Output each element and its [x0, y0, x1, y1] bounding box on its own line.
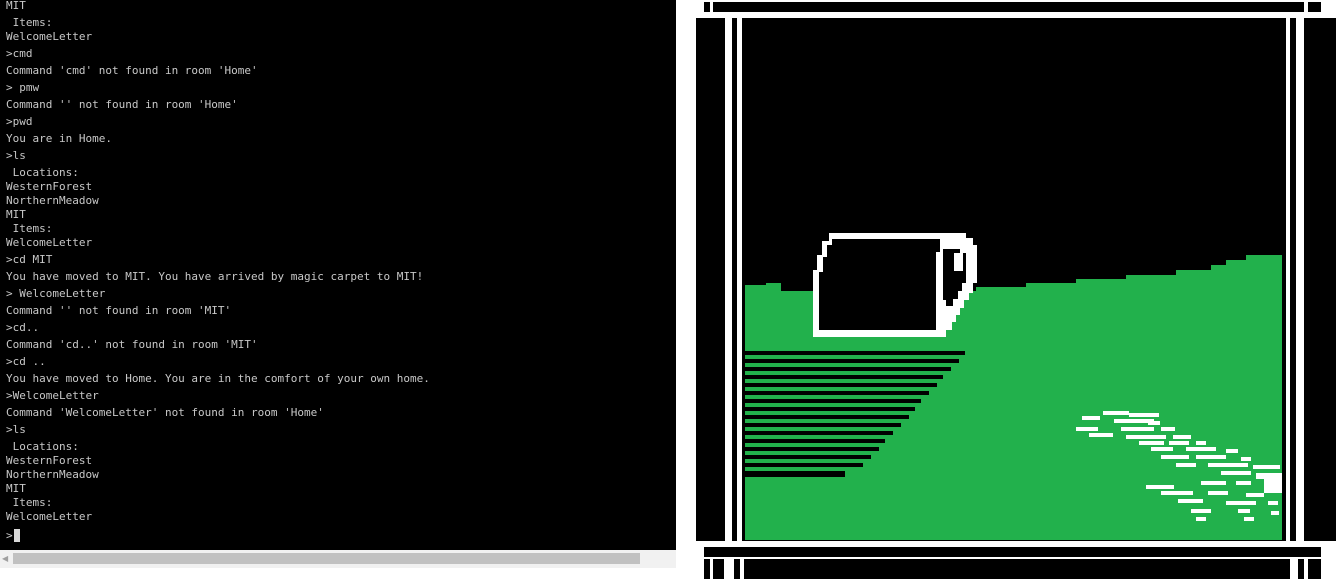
- horizontal-scrollbar[interactable]: ◀: [0, 550, 676, 568]
- output-line: You have moved to Home. You are in the c…: [6, 372, 430, 385]
- right-pillar-inner: [1286, 18, 1290, 541]
- command-line: >cd ..: [6, 355, 46, 368]
- output-line: Command '' not found in room 'MIT': [6, 304, 232, 317]
- output-line: Items:: [6, 496, 53, 509]
- arrow-left-icon[interactable]: ◀: [2, 553, 8, 565]
- frame-top-left-stub-inner: [710, 0, 713, 12]
- output-line: MIT: [6, 0, 26, 12]
- command-line: >ls: [6, 149, 26, 162]
- frame-bottom-left-foot-inner: [740, 557, 744, 579]
- output-line: Items:: [6, 16, 53, 29]
- left-pillar-outer: [725, 18, 732, 541]
- output-line: WelcomeLetter: [6, 30, 93, 43]
- scrollbar-thumb[interactable]: [13, 553, 640, 564]
- output-line: WelcomeLetter: [6, 236, 93, 249]
- output-line: Command 'WelcomeLetter' not found in roo…: [6, 406, 324, 419]
- frame-bottom-left-stub-inner: [710, 557, 713, 579]
- scene-view: [696, 0, 1336, 579]
- output-line: You have moved to MIT. You have arrived …: [6, 270, 424, 283]
- command-prompt[interactable]: >: [6, 527, 430, 544]
- output-line: WesternForest: [6, 180, 93, 193]
- output-line: Command 'cmd' not found in room 'Home': [6, 64, 258, 77]
- command-line: >ls: [6, 423, 26, 436]
- output-line: MIT: [6, 482, 26, 495]
- right-pillar-outer: [1296, 18, 1304, 541]
- output-line: NorthernMeadow: [6, 468, 99, 481]
- frame-top-bar-outer: [696, 0, 1336, 2]
- stairs-green-edge: [745, 347, 961, 351]
- terminal-output: MIT Items: WelcomeLetter >cmd Command 'cmd'…: [6, 0, 430, 544]
- command-line: >WelcomeLetter: [6, 389, 99, 402]
- output-line: Locations:: [6, 166, 79, 179]
- command-line: > pmw: [6, 81, 40, 94]
- command-line: >cd..: [6, 321, 40, 334]
- building-window: [954, 253, 963, 271]
- frame-top-right-stub: [1321, 0, 1336, 18]
- output-line: Command 'cd..' not found in room 'MIT': [6, 338, 258, 351]
- building-body: [819, 239, 940, 330]
- command-line: > WelcomeLetter: [6, 287, 106, 300]
- text-cursor: [13, 529, 20, 542]
- output-line: WesternForest: [6, 454, 93, 467]
- output-line: NorthernMeadow: [6, 194, 99, 207]
- command-line: >pwd: [6, 115, 33, 128]
- frame-bottom-bar-outer: [696, 557, 1336, 559]
- frame-top-right-stub-inner: [1304, 0, 1308, 12]
- frame-bottom-bar: [696, 541, 1336, 547]
- frame-bottom-left-stub: [696, 541, 704, 579]
- output-line: You are in Home.: [6, 132, 112, 145]
- terminal-console[interactable]: MIT Items: WelcomeLetter >cmd Command 'cmd'…: [0, 0, 676, 550]
- output-line: Locations:: [6, 440, 79, 453]
- output-line: WelcomeLetter: [6, 510, 93, 523]
- frame-bottom-right-foot: [1290, 557, 1298, 579]
- output-line: Items:: [6, 222, 53, 235]
- frame-top-left-stub: [696, 0, 704, 18]
- frame-bottom-right-stub-inner: [1304, 557, 1308, 579]
- prompt-symbol: >: [6, 528, 13, 542]
- output-line: Command '' not found in room 'Home': [6, 98, 238, 111]
- command-line: >cmd: [6, 47, 33, 60]
- pixel-art-scene: [696, 0, 1336, 579]
- left-pillar-inner: [737, 18, 742, 541]
- command-line: >cd MIT: [6, 253, 53, 266]
- frame-bottom-left-foot: [724, 557, 734, 579]
- frame-bottom-right-stub: [1321, 541, 1336, 579]
- output-line: MIT: [6, 208, 26, 221]
- frame-top-bar: [696, 12, 1336, 18]
